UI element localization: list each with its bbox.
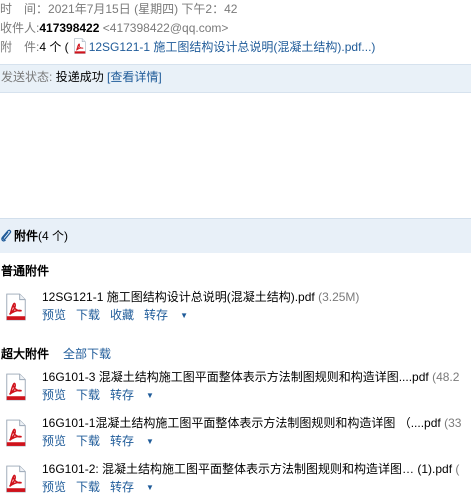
time-value: 2021年7月15日 (星期四) 下午2：42 [48,2,238,16]
attachment-size: (48.2 [432,370,460,384]
download-link[interactable]: 下载 [76,388,100,402]
time-row: 时 间：2021年7月15日 (星期四) 下午2：42 [0,0,471,18]
pdf-file-icon [4,418,28,448]
paperclip-icon [0,222,12,256]
attachment-row: 附 件:4 个 ( 12SG121-1 施工图结构设计总说明(混凝土结构).pdf… [0,38,471,56]
chevron-down-icon: ▼ [180,311,188,320]
attachment-name[interactable]: 16G101-3 混凝土结构施工图平面整体表示方法制图规则和构造详图....pd… [42,370,429,384]
attachment-summary-link[interactable]: 12SG121-1 施工图结构设计总说明(混凝土结构).pdf...) [89,40,376,54]
preview-link[interactable]: 预览 [42,388,66,402]
attachment-size: (33 [444,416,462,430]
attachment-item: 16G101-2: 混凝土结构施工图平面整体表示方法制图规则和构造详图… (1)… [0,460,471,494]
attachments-title: 附件 [14,229,39,243]
send-status-bar: 发送状态: 投递成功 [查看详情] [0,64,471,93]
pdf-file-icon [4,464,28,494]
download-link[interactable]: 下载 [76,434,100,448]
attachment-size: (3.25M) [318,290,360,304]
attachment-size: ( [455,462,460,476]
save-to-link[interactable]: 转存 ▼ [110,480,164,494]
preview-link[interactable]: 预览 [42,308,66,322]
attachment-name[interactable]: 12SG121-1 施工图结构设计总说明(混凝土结构).pdf [42,290,315,304]
preview-link[interactable]: 预览 [42,434,66,448]
save-to-link[interactable]: 转存 ▼ [144,308,198,322]
attachment-count: 4 个 ( [39,40,69,54]
attachment-name[interactable]: 16G101-1混凝土结构施工图平面整体表示方法制图规则和构造详图 （....p… [42,416,441,430]
pdf-file-icon [4,372,28,402]
super-attachments-label: 超大附件 [1,347,50,361]
attachments-header: 附件(4 个) [0,218,471,253]
save-to-link[interactable]: 转存 ▼ [110,388,164,402]
download-all-link[interactable]: 全部下载 [63,347,111,361]
send-status-value: 投递成功 [55,70,104,84]
recipient-name[interactable]: 417398422 [39,21,99,35]
attachment-item: 16G101-3 混凝土结构施工图平面整体表示方法制图规则和构造详图....pd… [0,368,471,404]
time-label: 时 间： [0,2,49,16]
download-link[interactable]: 下载 [76,480,100,494]
chevron-down-icon: ▼ [146,391,154,400]
attachment-name[interactable]: 16G101-2: 混凝土结构施工图平面整体表示方法制图规则和构造详图… (1)… [42,462,452,476]
attachments-count: (4 个) [38,229,69,243]
save-to-link[interactable]: 转存 ▼ [110,434,164,448]
normal-attachments-title: 普通附件 [1,264,50,278]
attachment-label: 附 件: [0,40,40,54]
favorite-link[interactable]: 收藏 [110,308,134,322]
recipient-email: <417398422@qq.com> [102,21,229,35]
preview-link[interactable]: 预览 [42,480,66,494]
recipient-label: 收件人: [0,21,40,35]
download-link[interactable]: 下载 [76,308,100,322]
recipient-row: 收件人:417398422 <417398422@qq.com> [0,19,471,37]
attachment-item: 12SG121-1 施工图结构设计总说明(混凝土结构).pdf (3.25M) … [0,288,471,324]
attachment-item: 16G101-1混凝土结构施工图平面整体表示方法制图规则和构造详图 （....p… [0,414,471,450]
chevron-down-icon: ▼ [146,437,154,446]
view-details-link[interactable]: [查看详情] [107,70,162,84]
chevron-down-icon: ▼ [146,483,154,492]
pdf-file-icon [4,292,28,322]
super-attachments-title: 超大附件 全部下载 [1,345,111,362]
send-status-label: 发送状态: [1,70,53,84]
pdf-icon [73,38,87,54]
